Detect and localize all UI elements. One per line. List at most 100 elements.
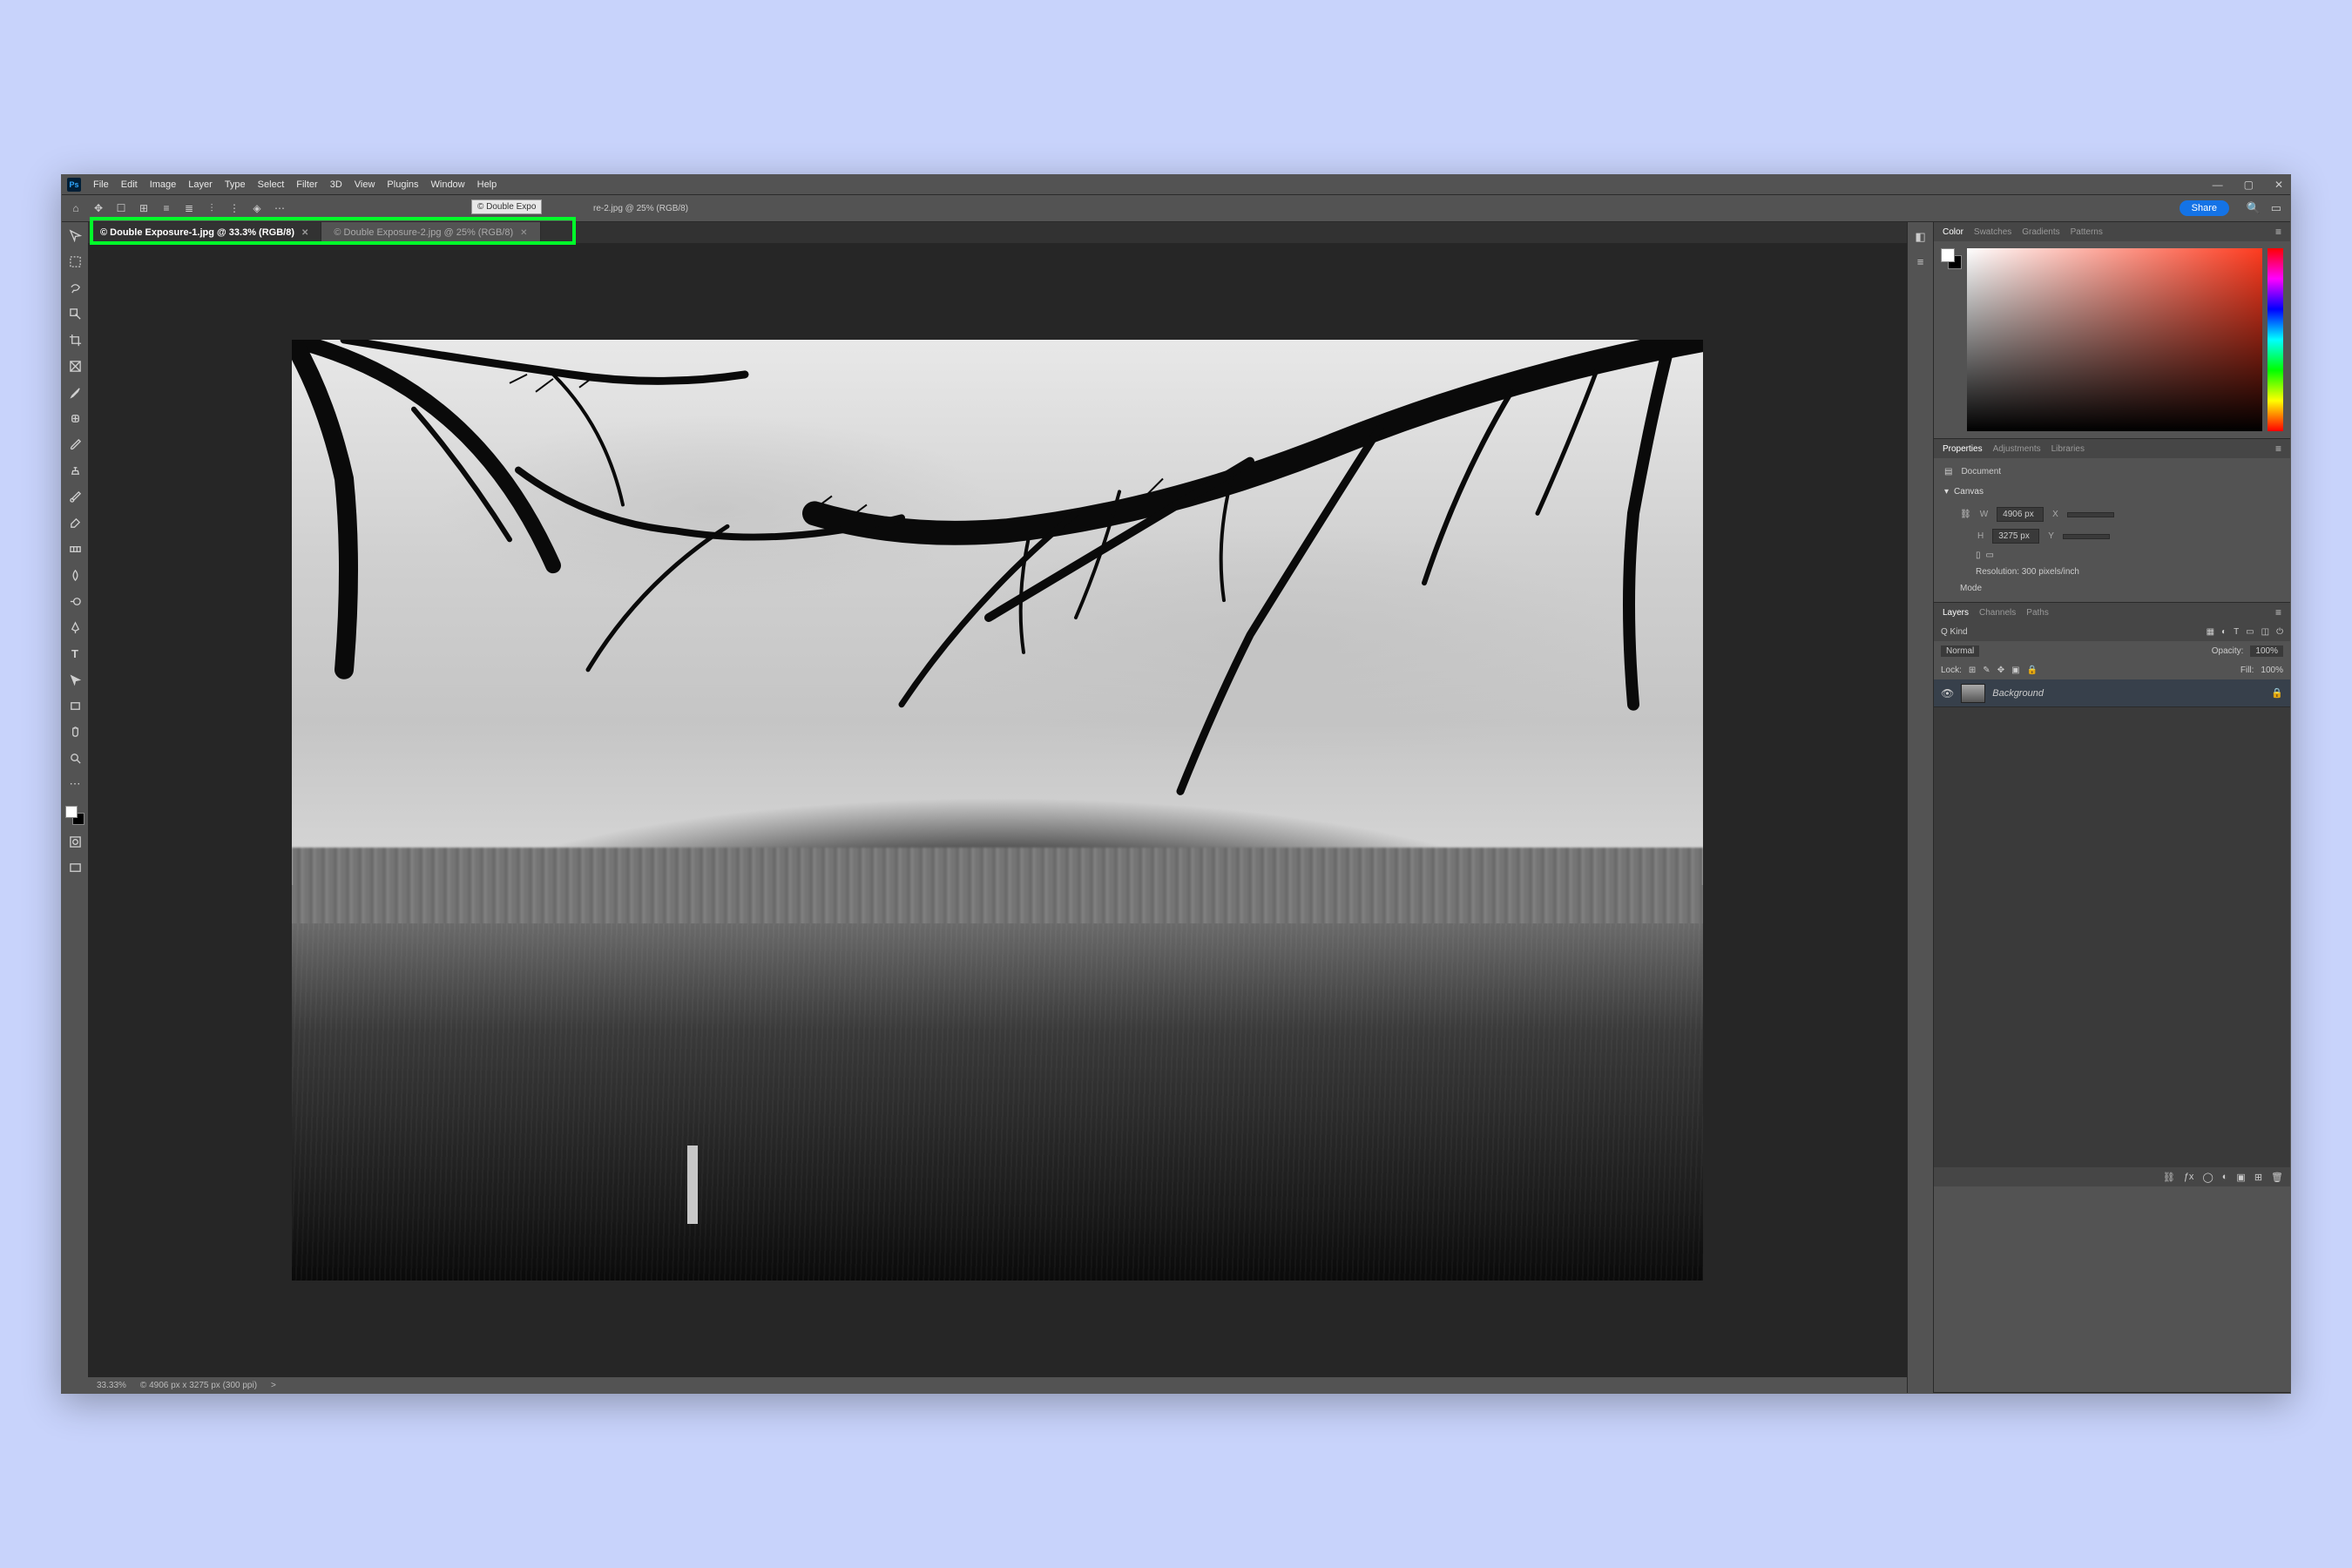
width-input[interactable]: 4906 px [1997, 507, 2044, 522]
close-tab-icon[interactable]: ✕ [520, 228, 527, 238]
lock-position-icon[interactable]: ✥ [1997, 666, 2004, 675]
layer-list[interactable]: 👁 Background 🔒 [1934, 679, 2290, 1167]
healing-brush-tool[interactable] [65, 409, 84, 428]
delete-layer-icon[interactable]: 🗑 [2271, 1172, 2283, 1183]
layer-thumbnail[interactable] [1961, 684, 1985, 703]
layer-mask-icon[interactable]: ◯ [2202, 1172, 2213, 1183]
frame-tool[interactable] [65, 356, 84, 375]
tab-color[interactable]: Color [1943, 227, 1963, 237]
distribute-icon[interactable]: ⋮ [227, 201, 241, 215]
eyedropper-tool[interactable] [65, 382, 84, 402]
transform-controls-icon[interactable]: ⊞ [137, 201, 151, 215]
workspace-switcher-icon[interactable]: ▭ [2271, 201, 2281, 215]
window-minimize-button[interactable]: — [2213, 179, 2223, 191]
tab-paths[interactable]: Paths [2026, 608, 2049, 618]
window-close-button[interactable]: ✕ [2274, 179, 2283, 191]
menu-plugins[interactable]: Plugins [387, 179, 418, 190]
menu-filter[interactable]: Filter [296, 179, 317, 190]
tab-swatches[interactable]: Swatches [1974, 227, 2011, 237]
3d-mode-icon[interactable]: ◈ [250, 201, 264, 215]
lock-transparent-icon[interactable]: ⊞ [1969, 666, 1976, 675]
crop-tool[interactable] [65, 330, 84, 349]
adjustment-layer-icon[interactable]: ◐ [2222, 1172, 2228, 1182]
y-input[interactable] [2063, 534, 2110, 539]
tab-adjustments[interactable]: Adjustments [1993, 444, 2041, 454]
visibility-toggle-icon[interactable]: 👁 [1941, 687, 1954, 700]
filter-smart-icon[interactable]: ◫ [2261, 627, 2269, 637]
lock-artboard-icon[interactable]: ▣ [2011, 666, 2019, 675]
type-tool[interactable]: T [65, 644, 84, 663]
rectangle-tool[interactable] [65, 696, 84, 715]
tab-properties[interactable]: Properties [1943, 444, 1983, 454]
lasso-tool[interactable] [65, 278, 84, 297]
panel-menu-icon[interactable]: ≡ [2275, 226, 2281, 238]
brush-tool[interactable] [65, 435, 84, 454]
home-icon[interactable]: ⌂ [69, 201, 83, 215]
filter-adjust-icon[interactable]: ◐ [2221, 627, 2227, 637]
canvas-surface[interactable] [88, 243, 1907, 1377]
link-layers-icon[interactable]: ⛓ [2163, 1172, 2175, 1183]
group-icon[interactable]: ▣ [2236, 1172, 2245, 1183]
opacity-input[interactable]: 100% [2250, 645, 2283, 657]
move-tool[interactable] [65, 226, 84, 245]
search-icon[interactable]: 🔍 [2247, 201, 2261, 215]
color-field[interactable] [1967, 248, 2262, 431]
panel-menu-icon[interactable]: ≡ [2275, 606, 2281, 618]
foreground-color-swatch[interactable] [65, 806, 78, 818]
tab-gradients[interactable]: Gradients [2022, 227, 2059, 237]
blur-tool[interactable] [65, 565, 84, 585]
filter-toggle-icon[interactable]: ⏻ [2276, 627, 2283, 637]
layer-item-background[interactable]: 👁 Background 🔒 [1934, 679, 2290, 707]
open-document[interactable] [292, 340, 1703, 1281]
zoom-tool[interactable] [65, 748, 84, 767]
status-chevron-icon[interactable]: > [271, 1381, 276, 1390]
quick-mask-icon[interactable] [65, 832, 84, 851]
object-select-tool[interactable] [65, 304, 84, 323]
x-input[interactable] [2067, 512, 2114, 517]
menu-type[interactable]: Type [225, 179, 246, 190]
menu-select[interactable]: Select [258, 179, 285, 190]
collapsed-panel-icon[interactable]: ◧ [1913, 229, 1929, 245]
orientation-portrait-icon[interactable]: ▯ [1976, 551, 1981, 560]
marquee-tool[interactable] [65, 252, 84, 271]
align-right-icon[interactable]: ⫶ [205, 201, 219, 215]
clone-stamp-tool[interactable] [65, 461, 84, 480]
orientation-landscape-icon[interactable]: ▭ [1986, 551, 1994, 560]
tab-libraries[interactable]: Libraries [2051, 444, 2085, 454]
foreground-background-swatch[interactable] [65, 806, 84, 825]
hand-tool[interactable] [65, 722, 84, 741]
new-layer-icon[interactable]: ⊞ [2254, 1172, 2262, 1183]
menu-image[interactable]: Image [150, 179, 177, 190]
menu-edit[interactable]: Edit [121, 179, 138, 190]
auto-select-checkbox[interactable]: ☐ [114, 201, 128, 215]
menu-file[interactable]: File [93, 179, 109, 190]
align-center-icon[interactable]: ≣ [182, 201, 196, 215]
height-input[interactable]: 3275 px [1992, 529, 2039, 544]
window-maximize-button[interactable]: ▢ [2244, 179, 2254, 191]
history-brush-tool[interactable] [65, 487, 84, 506]
menu-window[interactable]: Window [431, 179, 465, 190]
menu-help[interactable]: Help [477, 179, 497, 190]
path-select-tool[interactable] [65, 670, 84, 689]
document-tab-2[interactable]: © Double Exposure-2.jpg @ 25% (RGB/8) ✕ [321, 222, 540, 243]
layer-filter-kind[interactable]: Q Kind [1941, 627, 1968, 637]
panel-menu-icon[interactable]: ≡ [2275, 443, 2281, 455]
menu-layer[interactable]: Layer [188, 179, 213, 190]
close-tab-icon[interactable]: ✕ [301, 228, 308, 238]
dodge-tool[interactable] [65, 591, 84, 611]
menu-3d[interactable]: 3D [330, 179, 342, 190]
pen-tool[interactable] [65, 618, 84, 637]
color-panel-swatch[interactable] [1941, 248, 1962, 269]
menu-view[interactable]: View [355, 179, 375, 190]
filter-shape-icon[interactable]: ▭ [2246, 627, 2254, 637]
hue-slider[interactable] [2268, 248, 2283, 431]
collapsed-panel-icon[interactable]: ≡ [1913, 253, 1929, 269]
more-options-icon[interactable]: ⋯ [273, 201, 287, 215]
share-button[interactable]: Share [2180, 200, 2229, 216]
edit-toolbar-icon[interactable]: ⋯ [65, 774, 84, 794]
blend-mode-select[interactable]: Normal [1941, 645, 1979, 657]
lock-icon[interactable]: 🔒 [2271, 687, 2283, 699]
status-dimensions[interactable]: © 4906 px x 3275 px (300 ppi) [140, 1381, 257, 1390]
filter-type-icon[interactable]: T [2234, 627, 2239, 637]
document-tab-1[interactable]: © Double Exposure-1.jpg @ 33.3% (RGB/8) … [88, 222, 321, 243]
